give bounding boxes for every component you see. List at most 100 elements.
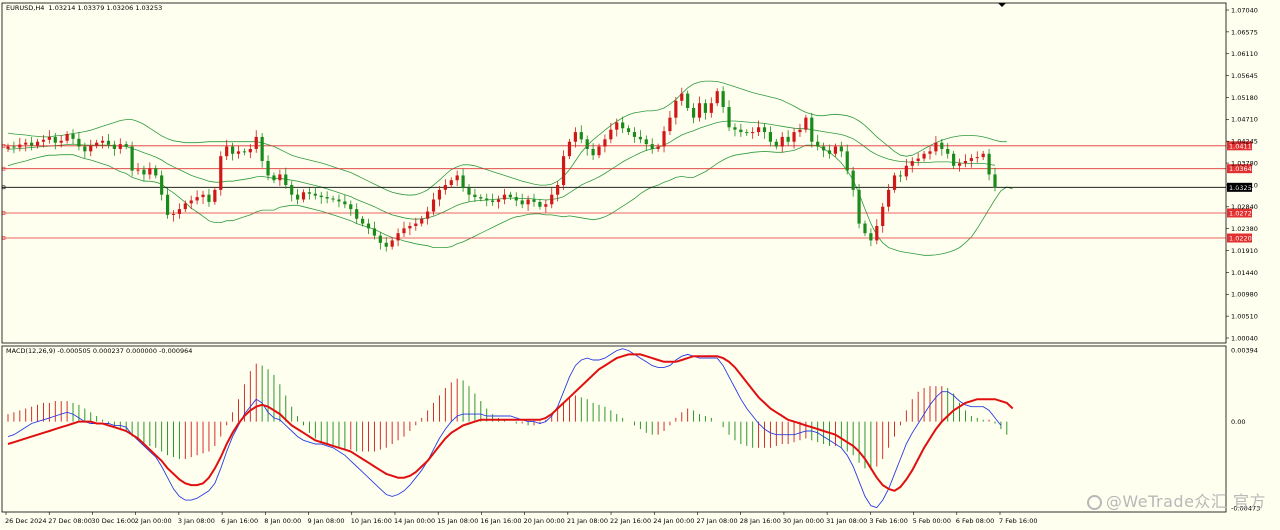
candle-body [437, 189, 442, 200]
candle-body [887, 189, 891, 207]
candle-body [485, 198, 489, 201]
candle-body [656, 146, 660, 149]
candle-body [845, 151, 849, 171]
candle-body [148, 168, 152, 175]
time-tick-label: 15 Jan 08:00 [437, 517, 478, 525]
candle-body [479, 197, 483, 199]
candle-body [491, 200, 495, 202]
candle-body [242, 151, 247, 153]
candle-body [284, 174, 288, 186]
candle-body [366, 223, 371, 229]
time-tick-label: 16 Jan 16:00 [480, 517, 521, 525]
candle-body [892, 175, 897, 190]
candle-body [686, 93, 690, 109]
candle-body [219, 156, 223, 190]
candle-body [822, 146, 826, 151]
candle-body [83, 146, 87, 152]
price-tick-label: 1.03780 [1231, 159, 1258, 167]
time-tick-label: 7 Feb 16:00 [999, 517, 1038, 525]
candle-body [952, 153, 956, 166]
candle-body [30, 142, 34, 146]
candle-body [142, 169, 146, 175]
candle-body [904, 165, 908, 177]
candle-body [703, 103, 708, 113]
candle-body [798, 129, 802, 133]
candle-body [201, 194, 205, 198]
candle-body [295, 194, 300, 200]
candle-body [804, 117, 808, 130]
macd-scale-label: 0.00 [1231, 418, 1245, 426]
candle-body [910, 160, 914, 166]
candle-body [331, 198, 335, 200]
weibo-icon [1086, 495, 1102, 510]
candle-body [213, 189, 217, 202]
candle-body [526, 199, 530, 205]
candle-body [644, 139, 648, 145]
candle-body [520, 200, 524, 205]
price-tick-label: 1.00040 [1231, 334, 1258, 342]
candle-body [136, 169, 140, 171]
price-tick-label: 1.01910 [1231, 247, 1258, 255]
candle-body [307, 192, 312, 194]
time-tick-label: 26 Dec 2024 [5, 517, 47, 525]
candle-body [254, 136, 258, 149]
candle-body [35, 141, 40, 146]
time-tick-label: 5 Feb 00:00 [913, 517, 952, 525]
candle-body [414, 223, 418, 226]
candle-body [780, 136, 784, 147]
candle-body [993, 174, 997, 188]
candle-body [963, 160, 968, 164]
time-tick-label: 31 Jan 08:00 [826, 517, 867, 525]
time-tick-label: 9 Jan 08:00 [308, 517, 345, 525]
candle-body [621, 122, 625, 129]
time-tick-label: 2 Jan 00:00 [135, 517, 172, 525]
candle-body [443, 185, 447, 190]
candle-body [786, 136, 790, 142]
price-tick-label: 1.00510 [1231, 313, 1258, 321]
candle-body [532, 199, 536, 202]
candle-body [502, 194, 507, 200]
time-tick-label: 3 Jan 08:00 [178, 517, 215, 525]
candle-body [733, 127, 737, 130]
candle-body [556, 185, 560, 195]
candle-body [195, 197, 199, 201]
candle-body [567, 141, 572, 157]
price-tick-label: 1.02840 [1231, 203, 1258, 211]
candle-body [420, 218, 424, 224]
candle-body [118, 144, 122, 149]
level-price-label: 1.02200 [1229, 235, 1256, 243]
candle-body [355, 209, 359, 219]
candle-body [839, 146, 843, 152]
candle-body [638, 136, 642, 140]
time-tick-label: 6 Jan 16:00 [221, 517, 258, 525]
watermark-text: @WeTrade众汇 官方 [1105, 492, 1266, 511]
chart-canvas[interactable]: 1.041151.036401.032531.027201.022001.070… [0, 0, 1280, 530]
candle-body [408, 225, 412, 229]
candle-body [609, 129, 613, 140]
time-tick-label: 6 Feb 08:00 [956, 517, 995, 525]
candle-body [361, 218, 365, 224]
time-tick-label: 30 Dec 16:00 [91, 517, 135, 525]
candle-body [674, 100, 678, 118]
candle-body [756, 127, 761, 133]
price-tick-label: 1.01440 [1231, 269, 1258, 277]
candle-body [869, 233, 873, 241]
candle-body [89, 145, 93, 152]
candle-body [230, 146, 235, 154]
candle-body [95, 142, 99, 146]
time-tick-label: 8 Jan 00:00 [264, 517, 301, 525]
candle-body [514, 197, 518, 201]
candle-body [881, 206, 885, 226]
candle-body [851, 170, 855, 190]
time-tick-label: 27 Jan 08:00 [696, 517, 737, 525]
candle-body [987, 153, 991, 175]
candle-body [124, 144, 128, 147]
candle-body [473, 194, 477, 198]
candle-body [508, 194, 512, 198]
candle-body [768, 132, 773, 142]
candle-body [384, 242, 388, 247]
candle-body [969, 158, 973, 161]
candle-body [100, 140, 105, 143]
candle-body [816, 141, 820, 147]
time-tick-label: 27 Dec 08:00 [48, 517, 92, 525]
